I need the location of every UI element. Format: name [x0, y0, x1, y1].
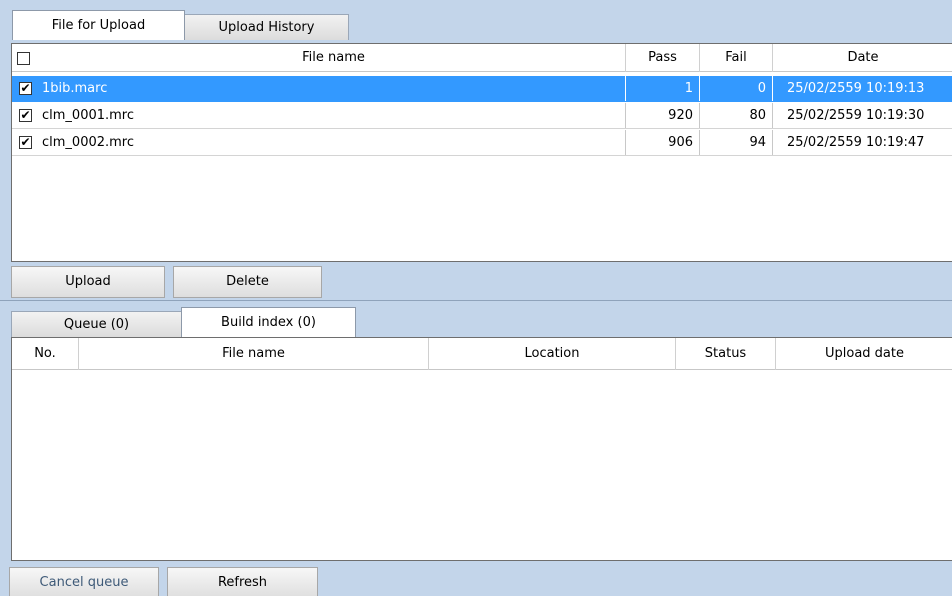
header-file-name[interactable]: File name [78, 338, 428, 370]
header-fail[interactable]: Fail [699, 44, 772, 72]
tab-build-index[interactable]: Build index (0) [181, 307, 356, 337]
header-no[interactable]: No. [12, 338, 78, 370]
row-pass: 1 [625, 76, 699, 101]
tab-queue[interactable]: Queue (0) [11, 311, 182, 337]
upload-button[interactable]: Upload [11, 266, 165, 298]
tab-file-for-upload[interactable]: File for Upload [12, 10, 185, 40]
upload-file-grid: File name Pass Fail Date ✔ 1bib.marc 1 0… [11, 43, 952, 262]
header-status[interactable]: Status [675, 338, 775, 370]
row-pass: 906 [625, 130, 699, 155]
row-date: 25/02/2559 10:19:47 [772, 130, 952, 155]
row-file-name: clm_0002.mrc [42, 135, 135, 150]
row-checkbox[interactable]: ✔ [19, 82, 32, 95]
row-date: 25/02/2559 10:19:30 [772, 103, 952, 128]
select-all-checkbox[interactable] [17, 52, 30, 65]
table-row[interactable]: ✔ 1bib.marc 1 0 25/02/2559 10:19:13 [12, 76, 952, 102]
row-checkbox[interactable]: ✔ [19, 109, 32, 122]
row-file-name: 1bib.marc [42, 81, 108, 96]
row-date: 25/02/2559 10:19:13 [772, 76, 952, 101]
row-fail: 94 [699, 130, 772, 155]
tab-upload-history[interactable]: Upload History [184, 14, 349, 40]
row-checkbox[interactable]: ✔ [19, 136, 32, 149]
table-row[interactable]: ✔ clm_0002.mrc 906 94 25/02/2559 10:19:4… [12, 130, 952, 156]
header-location[interactable]: Location [428, 338, 675, 370]
queue-grid: No. File name Location Status Upload dat… [11, 337, 952, 561]
table-row[interactable]: ✔ clm_0001.mrc 920 80 25/02/2559 10:19:3… [12, 103, 952, 129]
header-pass[interactable]: Pass [625, 44, 699, 72]
row-pass: 920 [625, 103, 699, 128]
section-divider [0, 300, 952, 301]
queue-grid-header: No. File name Location Status Upload dat… [12, 338, 952, 370]
delete-button[interactable]: Delete [173, 266, 322, 298]
row-fail: 80 [699, 103, 772, 128]
header-file-name[interactable]: File name [42, 44, 625, 72]
upload-tabstrip: File for Upload Upload History [0, 0, 952, 44]
refresh-button[interactable]: Refresh [167, 567, 318, 596]
cancel-queue-button[interactable]: Cancel queue [9, 567, 159, 596]
header-date[interactable]: Date [772, 44, 952, 72]
upload-grid-header: File name Pass Fail Date [12, 44, 952, 72]
header-upload-date[interactable]: Upload date [775, 338, 952, 370]
row-file-name: clm_0001.mrc [42, 108, 135, 123]
row-fail: 0 [699, 76, 772, 101]
